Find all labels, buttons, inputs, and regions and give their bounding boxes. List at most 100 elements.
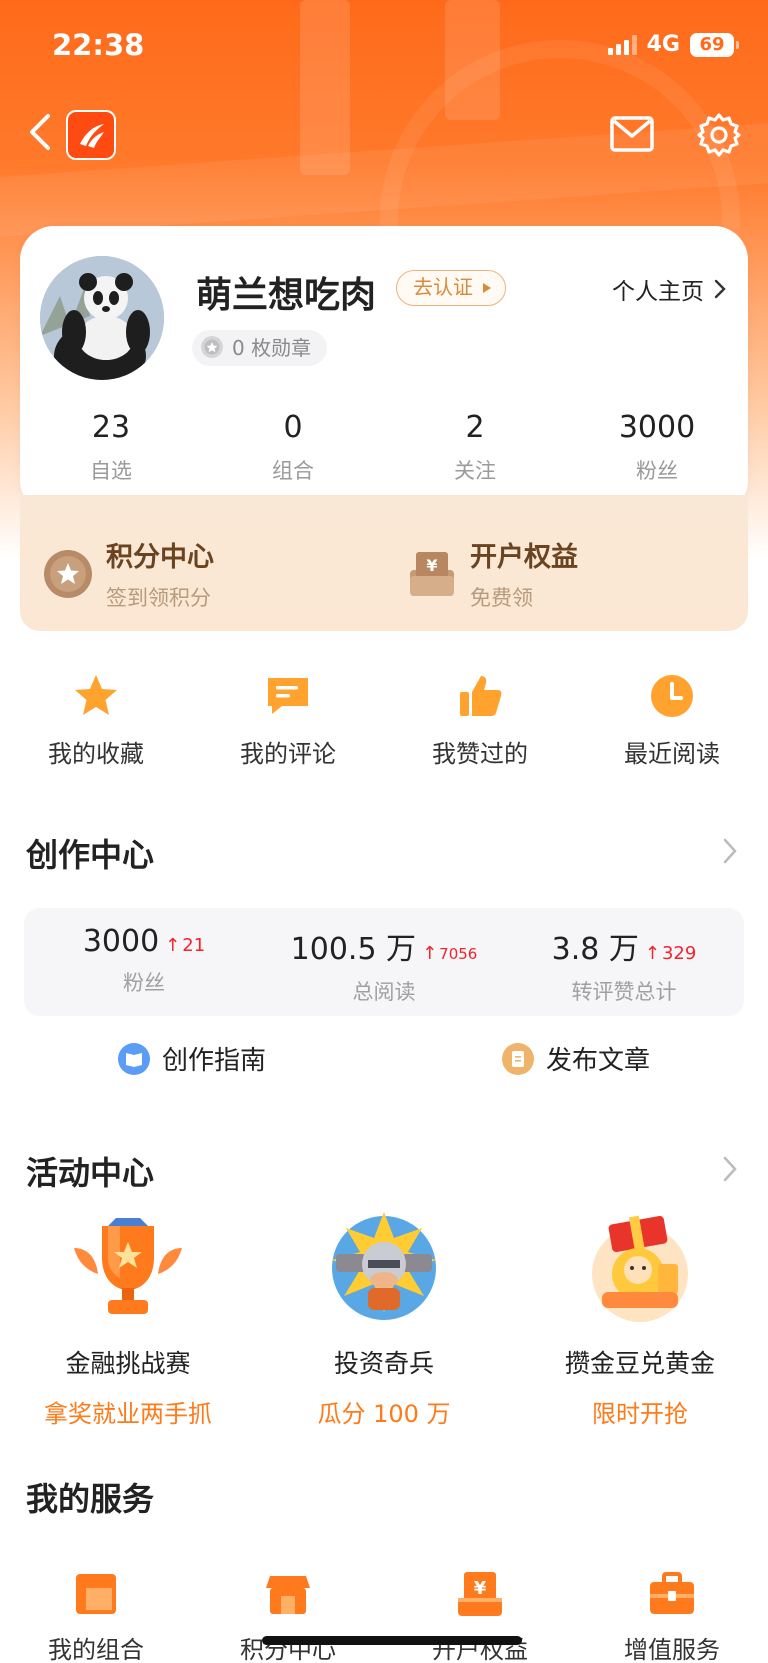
- status-indicators: 4G 69: [607, 32, 739, 57]
- mail-icon[interactable]: [609, 114, 655, 154]
- stat-label: 组合: [272, 459, 314, 483]
- store-icon: [266, 1576, 310, 1614]
- creation-stat-reads[interactable]: 100.5 万 ↑ 7056 总阅读: [264, 908, 504, 1016]
- recent-reading-button[interactable]: 最近阅读: [576, 672, 768, 769]
- stat-followers[interactable]: 3000 粉丝: [566, 410, 748, 485]
- stat-value: 23: [91, 410, 131, 445]
- quick-action-label: 我的收藏: [48, 740, 144, 768]
- activity-title: 金融挑战赛: [65, 1349, 191, 1378]
- activity-subtitle: 拿奖就业两手抓: [44, 1400, 212, 1428]
- stat-label: 关注: [454, 459, 496, 483]
- benefit-strip: 积分中心 签到领积分 ¥ 开户权益 免费领: [20, 495, 748, 631]
- trophy-icon: [74, 1218, 182, 1314]
- stat-label: 粉丝: [636, 459, 678, 483]
- comment-icon: [268, 678, 308, 714]
- my-services-title: 我的服务: [26, 1480, 155, 1518]
- username: 萌兰想吃肉: [196, 275, 377, 316]
- network-type: 4G: [646, 32, 680, 57]
- stat-watchlist[interactable]: 23 自选: [20, 410, 202, 485]
- medal-icon: [201, 336, 223, 358]
- svg-text:¥: ¥: [426, 556, 437, 575]
- verify-button[interactable]: 去认证: [396, 270, 506, 306]
- my-comments-button[interactable]: 我的评论: [192, 672, 384, 769]
- service-label: 增值服务: [624, 1636, 720, 1663]
- stat-following[interactable]: 2 关注: [384, 410, 566, 485]
- settings-gear-icon[interactable]: [696, 112, 742, 158]
- service-label: 我的组合: [48, 1636, 144, 1663]
- profile-stats: 23 自选 0 组合 2 关注 3000 粉丝: [20, 410, 748, 485]
- star-badge-icon: [44, 549, 92, 598]
- creation-action-label: 发布文章: [545, 1046, 650, 1076]
- avatar[interactable]: [40, 256, 164, 380]
- benefit-title: 开户权益: [470, 542, 578, 573]
- homepage-label: 个人主页: [612, 279, 704, 305]
- up-arrow-icon: ↑: [422, 943, 438, 964]
- stat-value: 3000: [618, 410, 696, 445]
- activity-investment-soldier[interactable]: 投资奇兵 瓜分 100 万: [256, 1208, 512, 1429]
- battery-level: 69: [699, 34, 725, 55]
- benefit-subtitle: 免费领: [470, 586, 533, 610]
- creation-guide-button[interactable]: 创作指南: [0, 1040, 384, 1077]
- medal-count: 0 枚勋章: [232, 336, 312, 360]
- creation-action-label: 创作指南: [161, 1046, 266, 1076]
- home-indicator[interactable]: [262, 1636, 522, 1645]
- medal-badge[interactable]: 0 枚勋章: [192, 330, 328, 366]
- app-logo[interactable]: [66, 110, 116, 160]
- account-icon: ¥: [458, 1572, 502, 1616]
- service-value-added[interactable]: 增值服务: [576, 1570, 768, 1663]
- portfolio-icon: [76, 1574, 116, 1614]
- app-logo-icon: [80, 124, 104, 148]
- stat-value: 0: [283, 410, 303, 445]
- star-icon: [75, 675, 117, 715]
- soldier-icon: [332, 1212, 436, 1320]
- yuan-box-icon: ¥: [410, 551, 454, 596]
- creation-stat-delta: 329: [661, 943, 697, 964]
- chevron-right-icon[interactable]: [722, 1155, 738, 1183]
- points-center-entry[interactable]: 积分中心 签到领积分: [42, 535, 214, 612]
- quick-actions: 我的收藏 我的评论 我赞过的 最近阅读: [0, 672, 768, 769]
- creation-stat-followers[interactable]: 3000 ↑ 21 粉丝: [24, 908, 264, 1016]
- service-points-center[interactable]: 积分中心: [192, 1570, 384, 1663]
- up-arrow-icon: ↑: [644, 943, 660, 964]
- quick-action-label: 最近阅读: [624, 740, 720, 768]
- chevron-right-icon[interactable]: [722, 837, 738, 865]
- stat-label: 自选: [90, 459, 132, 483]
- account-benefits-entry[interactable]: ¥ 开户权益 免费领: [406, 535, 578, 612]
- creation-stat-label: 粉丝: [123, 971, 165, 995]
- service-label: 开户权益: [432, 1636, 528, 1663]
- stat-portfolio[interactable]: 0 组合: [202, 410, 384, 485]
- up-arrow-icon: ↑: [165, 935, 181, 956]
- service-account-benefits[interactable]: ¥ 开户权益: [384, 1570, 576, 1663]
- service-my-portfolio[interactable]: 我的组合: [0, 1570, 192, 1663]
- creation-stat-value: 3.8 万: [551, 932, 639, 967]
- svg-text:¥: ¥: [474, 1578, 487, 1599]
- activity-title: 攒金豆兑黄金: [564, 1349, 715, 1378]
- quick-action-label: 我赞过的: [432, 740, 528, 768]
- my-favorites-button[interactable]: 我的收藏: [0, 672, 192, 769]
- benefit-subtitle: 签到领积分: [106, 586, 211, 610]
- creation-stat-value: 3000: [82, 924, 160, 959]
- creation-stat-delta: 21: [182, 935, 206, 956]
- creation-stat-value: 100.5 万: [290, 932, 417, 967]
- status-time: 22:38: [52, 28, 145, 62]
- activity-finance-challenge[interactable]: 金融挑战赛 拿奖就业两手抓: [0, 1208, 256, 1429]
- book-icon: [117, 1042, 150, 1075]
- back-arrow-icon[interactable]: [26, 112, 54, 152]
- activity-title: 投资奇兵: [333, 1349, 434, 1378]
- creation-stat-delta: 7056: [439, 945, 478, 963]
- creation-stat-engagement[interactable]: 3.8 万 ↑ 329 转评赞总计: [504, 908, 744, 1016]
- services-list: 我的组合 积分中心 ¥ 开户权益 增值服务: [0, 1570, 768, 1663]
- personal-homepage-link[interactable]: 个人主页: [612, 272, 726, 306]
- stat-value: 2: [465, 410, 485, 445]
- quick-action-label: 我的评论: [240, 740, 336, 768]
- signal-icon: [607, 34, 637, 55]
- my-likes-button[interactable]: 我赞过的: [384, 672, 576, 769]
- activity-subtitle: 限时开抢: [592, 1400, 688, 1428]
- publish-article-button[interactable]: 发布文章: [384, 1040, 768, 1077]
- briefcase-icon: [650, 1572, 694, 1614]
- activity-gold-beans[interactable]: 攒金豆兑黄金 限时开抢: [512, 1208, 768, 1429]
- document-icon: [501, 1042, 534, 1075]
- panda-avatar-image: [40, 256, 164, 380]
- activity-list: 金融挑战赛 拿奖就业两手抓 投资奇兵 瓜分 100 万 攒金豆兑黄金 限时开抢: [0, 1208, 768, 1429]
- chevron-right-icon: [714, 279, 726, 299]
